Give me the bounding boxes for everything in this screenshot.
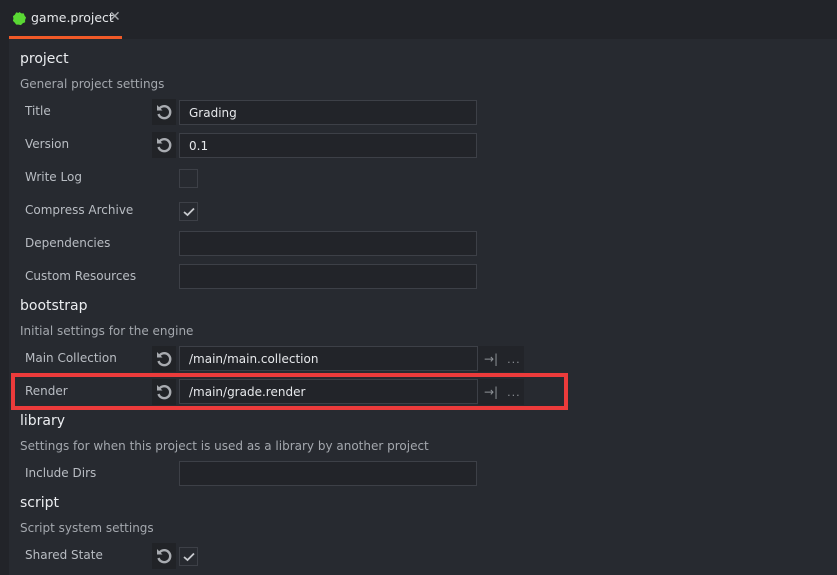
label-title: Title <box>25 104 51 118</box>
custom-resources-input[interactable] <box>179 264 477 289</box>
label-shared-state: Shared State <box>25 548 103 562</box>
compress-archive-checkbox[interactable] <box>179 202 198 221</box>
tab-title: game.project <box>31 10 114 25</box>
label-custom-resources: Custom Resources <box>25 269 137 283</box>
label-main-collection: Main Collection <box>25 351 117 365</box>
section-title-library: library <box>20 413 66 429</box>
checkmark-icon <box>182 207 195 216</box>
dependencies-input[interactable] <box>179 231 477 256</box>
section-title-bootstrap: bootstrap <box>20 298 88 314</box>
browse-resource-button[interactable]: ... <box>507 386 521 399</box>
label-render: Render <box>25 384 68 398</box>
reset-icon <box>157 549 172 564</box>
goto-resource-icon[interactable]: →| <box>484 352 498 366</box>
render-resource-buttons: →| ... <box>478 379 524 405</box>
reset-icon <box>157 352 172 367</box>
include-dirs-input[interactable] <box>179 461 477 486</box>
label-version: Version <box>25 137 70 151</box>
tab-game-project[interactable]: game.project ✕ <box>9 0 122 39</box>
reset-icon <box>157 385 172 400</box>
section-desc-project: General project settings <box>20 77 165 91</box>
browse-resource-button[interactable]: ... <box>507 353 521 366</box>
reset-shared-state-button[interactable] <box>152 543 176 569</box>
reset-title-button[interactable] <box>152 99 176 125</box>
label-write-log: Write Log <box>25 170 82 184</box>
close-tab-icon[interactable]: ✕ <box>109 9 121 25</box>
reset-render-button[interactable] <box>152 379 176 405</box>
render-input[interactable] <box>179 379 478 404</box>
section-desc-library: Settings for when this project is used a… <box>20 439 429 453</box>
main-collection-input[interactable] <box>179 346 478 371</box>
write-log-checkbox[interactable] <box>179 169 198 188</box>
main-collection-resource-buttons: →| ... <box>478 346 524 372</box>
section-desc-bootstrap: Initial settings for the engine <box>20 324 194 338</box>
section-title-project: project <box>20 51 69 67</box>
tab-bar: game.project ✕ <box>0 0 837 39</box>
label-compress-archive: Compress Archive <box>25 203 134 217</box>
label-include-dirs: Include Dirs <box>25 466 97 480</box>
reset-main-collection-button[interactable] <box>152 346 176 372</box>
section-title-script: script <box>20 495 60 511</box>
title-input[interactable] <box>179 100 477 125</box>
version-input[interactable] <box>179 133 477 158</box>
settings-form: project General project settings Title V… <box>9 39 837 575</box>
defold-logo-icon <box>12 11 27 26</box>
reset-icon <box>157 138 172 153</box>
goto-resource-icon[interactable]: →| <box>484 385 498 399</box>
shared-state-checkbox[interactable] <box>179 547 198 566</box>
checkmark-icon <box>182 552 195 561</box>
section-desc-script: Script system settings <box>20 521 154 535</box>
reset-version-button[interactable] <box>152 132 176 158</box>
label-dependencies: Dependencies <box>25 236 111 250</box>
reset-icon <box>157 105 172 120</box>
